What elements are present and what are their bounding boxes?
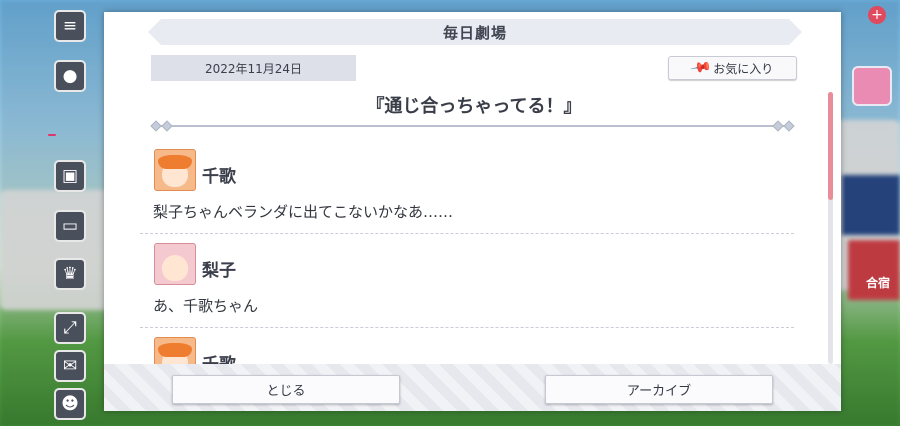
- mail-icon[interactable]: ✉: [54, 350, 86, 382]
- dialogue-list[interactable]: 千歌 梨子ちゃんベランダに出てこないかなあ…… 梨子 あ、千歌ちゃん 千歌: [140, 140, 794, 366]
- camp-label[interactable]: 合宿: [866, 274, 890, 291]
- divider-diamond-right-2: [783, 120, 795, 132]
- speaker-name: 千歌: [202, 167, 236, 187]
- daily-theater-dialog: 毎日劇場 2022年11月24日 📌 お気に入り 『通じ合っちゃってる！』 千歌…: [104, 12, 841, 411]
- dialogue-entry: 千歌 梨子ちゃんベランダに出てこないかなあ……: [140, 140, 794, 234]
- divider-diamond-left-2: [161, 120, 173, 132]
- expand-icon[interactable]: ⤢: [54, 312, 86, 344]
- dialog-title-bar: 毎日劇場: [148, 19, 802, 45]
- dialog-title: 毎日劇場: [442, 23, 507, 42]
- speaker-name: 梨子: [202, 261, 236, 281]
- gift-icon[interactable]: ▣: [54, 160, 86, 192]
- favorite-label: お気に入り: [713, 61, 774, 76]
- divider-diamond-right: [772, 120, 784, 132]
- title-divider: [160, 125, 784, 127]
- dialogue-line: あ、千歌ちゃん: [153, 297, 259, 315]
- pin-icon: 📌: [688, 56, 713, 80]
- dialogue-entry: 梨子 あ、千歌ちゃん: [140, 234, 794, 328]
- event-chip[interactable]: [852, 66, 892, 106]
- scrollbar-thumb[interactable]: [828, 92, 833, 200]
- chat-icon[interactable]: ●: [54, 60, 86, 92]
- chika-avatar: [154, 149, 196, 191]
- event-badge: [48, 134, 56, 136]
- favorite-button[interactable]: 📌 お気に入り: [668, 56, 797, 80]
- date-label: 2022年11月24日: [151, 55, 356, 81]
- monitor-icon[interactable]: ▭: [54, 210, 86, 242]
- profile-icon[interactable]: ☻: [54, 388, 86, 420]
- dialogue-entry: 千歌: [140, 328, 794, 366]
- archive-button[interactable]: アーカイブ: [545, 375, 773, 404]
- plus-icon[interactable]: +: [868, 6, 886, 24]
- story-title: 『通じ合っちゃってる！』: [366, 96, 582, 117]
- divider-diamond-left: [150, 120, 162, 132]
- trophy-icon[interactable]: ♛: [54, 258, 86, 290]
- menu-icon[interactable]: ≡: [54, 10, 86, 42]
- close-button[interactable]: とじる: [172, 375, 400, 404]
- riko-avatar: [154, 243, 196, 285]
- chika-avatar: [154, 337, 196, 366]
- dialogue-line: 梨子ちゃんベランダに出てこないかなあ……: [153, 203, 454, 221]
